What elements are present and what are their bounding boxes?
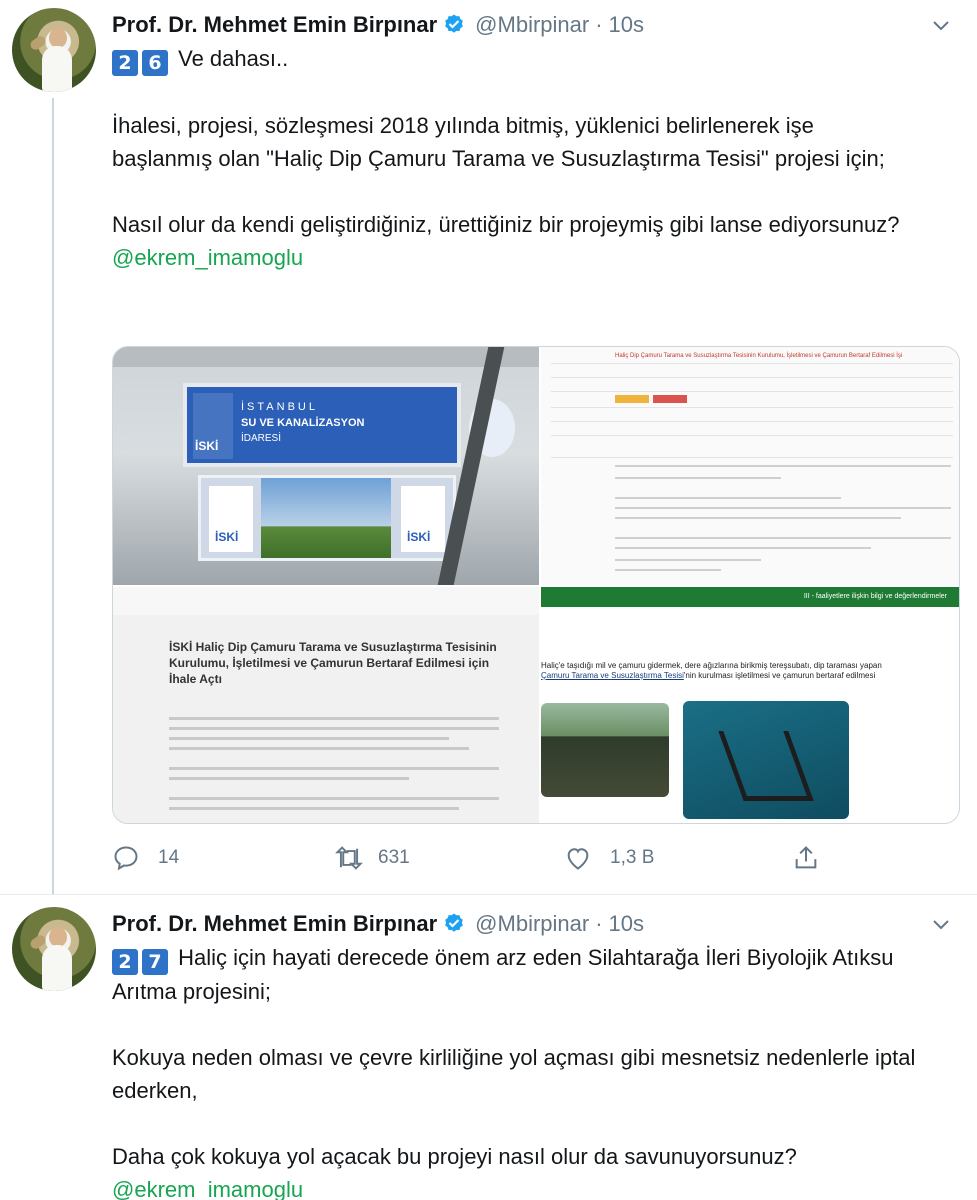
report-text-line: Haliç'e taşıdığı mil ve çamuru gidermek,… bbox=[541, 661, 882, 670]
sign-logo-text: İSKİ bbox=[195, 439, 219, 453]
like-button[interactable]: 1,3 B bbox=[564, 843, 654, 873]
separator-dot: · bbox=[595, 12, 603, 37]
verified-badge-icon bbox=[445, 14, 463, 33]
article-title: İSKİ Haliç Dip Çamuru Tarama ve Susuzlaş… bbox=[169, 640, 497, 686]
keycap-digit: 2 bbox=[112, 949, 138, 975]
mention-link[interactable]: @ekrem_imamoglu bbox=[112, 1173, 962, 1200]
report-text: Haliç'e taşıdığı mil ve çamuru gidermek,… bbox=[541, 661, 959, 681]
retweet-count: 631 bbox=[378, 847, 410, 868]
tweet-paragraph: Nasıl olur da kendi geliştirdiğiniz, üre… bbox=[112, 212, 900, 237]
timestamp[interactable]: 10s bbox=[609, 911, 644, 937]
tweet-paragraph: İhalesi, projesi, sözleşmesi 2018 yılınd… bbox=[112, 113, 885, 171]
media-report-page[interactable]: III - faaliyetlere ilişkin bilgi ve değe… bbox=[541, 587, 959, 823]
report-section-bar: III - faaliyetlere ilişkin bilgi ve değe… bbox=[541, 587, 959, 607]
equipment-photo bbox=[683, 701, 849, 819]
billboard: İSKİ İSKİ bbox=[198, 475, 456, 561]
tweet[interactable]: Prof. Dr. Mehmet Emin Birpınar @Mbirpina… bbox=[0, 0, 977, 895]
report-link-text: Çamuru Tarama ve Susuzlaştırma Tesisi bbox=[541, 671, 684, 680]
author-handle[interactable]: @Mbirpinar bbox=[475, 911, 589, 937]
tweet-paragraph: Kokuya neden olması ve çevre kirliliğine… bbox=[112, 1045, 916, 1103]
first-line-text: Haliç için hayati derecede önem arz eden… bbox=[112, 945, 894, 1004]
report-text-line: 'nin kurulması işletilmesi ve çamurun be… bbox=[683, 671, 876, 680]
tweet-text: 27 Haliç için hayati derecede önem arz e… bbox=[112, 941, 962, 1200]
iski-sign: İSKİ İSTANBUL SU VE KANALİZASYON İDARESİ bbox=[183, 383, 515, 467]
tweet-first-line: 26 Ve dahası.. bbox=[112, 42, 959, 76]
verified-badge-icon bbox=[445, 913, 463, 932]
avatar[interactable] bbox=[12, 8, 96, 92]
reply-count: 14 bbox=[158, 847, 180, 868]
tweet-header: Prof. Dr. Mehmet Emin Birpınar @Mbirpina… bbox=[112, 909, 959, 939]
separator-dot: · bbox=[595, 911, 603, 936]
tweet[interactable]: Prof. Dr. Mehmet Emin Birpınar @Mbirpina… bbox=[0, 895, 977, 1200]
tweet-media-grid[interactable]: İSKİ İSTANBUL SU VE KANALİZASYON İDARESİ… bbox=[112, 346, 960, 824]
chevron-down-icon[interactable] bbox=[929, 14, 953, 38]
media-news-article[interactable]: İSKİ Haliç Dip Çamuru Tarama ve Susuzlaş… bbox=[113, 587, 539, 823]
media-photo-sign[interactable]: İSKİ İSTANBUL SU VE KANALİZASYON İDARESİ… bbox=[113, 347, 539, 585]
media-document-form[interactable]: Haliç Dip Çamuru Tarama ve Susuzlaştırma… bbox=[541, 347, 959, 585]
mention-link[interactable]: @ekrem_imamoglu bbox=[112, 241, 959, 274]
author-name[interactable]: Prof. Dr. Mehmet Emin Birpınar bbox=[112, 12, 437, 38]
sign-text: SU VE KANALİZASYON bbox=[241, 417, 365, 429]
keycap-digit: 6 bbox=[142, 50, 168, 76]
share-icon bbox=[795, 846, 817, 869]
author-handle[interactable]: @Mbirpinar bbox=[475, 12, 589, 38]
keycap-digit: 2 bbox=[112, 50, 138, 76]
thread-connector-line bbox=[52, 98, 54, 894]
like-icon bbox=[567, 848, 589, 870]
keycap-digit: 7 bbox=[142, 949, 168, 975]
sign-text: İDARESİ bbox=[241, 433, 282, 444]
tweet-actions: 14 631 1,3 B bbox=[112, 843, 959, 873]
author-name[interactable]: Prof. Dr. Mehmet Emin Birpınar bbox=[112, 911, 437, 937]
tweet-header: Prof. Dr. Mehmet Emin Birpınar @Mbirpina… bbox=[112, 10, 959, 40]
tweet-first-line: 27 Haliç için hayati derecede önem arz e… bbox=[112, 941, 962, 1008]
share-button[interactable] bbox=[792, 843, 820, 873]
first-line-text: Ve dahası.. bbox=[178, 46, 289, 71]
sign-text: İSTANBUL bbox=[241, 401, 318, 413]
like-count: 1,3 B bbox=[610, 847, 655, 868]
billboard-logo-text: İSKİ bbox=[215, 530, 239, 544]
doc-title: Haliç Dip Çamuru Tarama ve Susuzlaştırma… bbox=[615, 353, 903, 359]
timestamp[interactable]: 10s bbox=[609, 12, 644, 38]
dredging-photo bbox=[541, 703, 669, 797]
reply-icon bbox=[114, 846, 138, 871]
billboard-logo-text: İSKİ bbox=[407, 530, 431, 544]
tweet-text: 26 Ve dahası.. İhalesi, projesi, sözleşm… bbox=[112, 42, 959, 274]
avatar-column bbox=[0, 0, 108, 894]
reply-button[interactable]: 14 bbox=[112, 843, 179, 873]
retweet-button[interactable]: 631 bbox=[334, 843, 410, 873]
avatar-column bbox=[0, 895, 108, 1200]
chevron-down-icon[interactable] bbox=[929, 913, 953, 937]
tweet-paragraph: Daha çok kokuya yol açacak bu projeyi na… bbox=[112, 1144, 797, 1169]
retweet-icon bbox=[335, 846, 363, 870]
avatar[interactable] bbox=[12, 907, 96, 991]
